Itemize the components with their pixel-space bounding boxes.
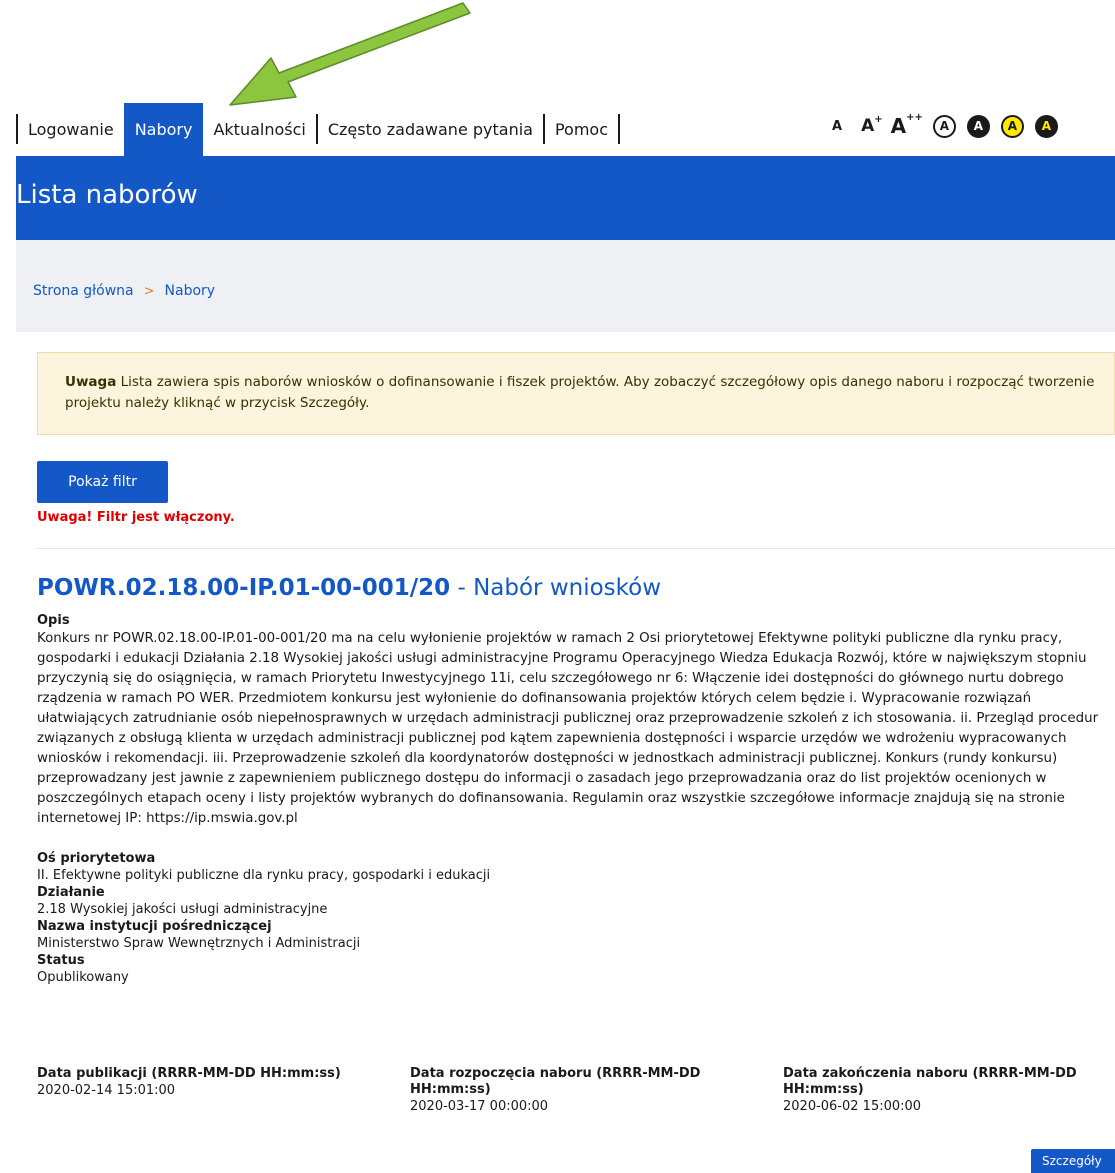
record-title: POWR.02.18.00-IP.01-00-001/20 - Nabór wn… <box>37 575 661 601</box>
page-title: Lista naborów <box>16 180 198 210</box>
description-text: Konkurs nr POWR.02.18.00-IP.01-00-001/20… <box>37 631 1099 826</box>
nav-divider <box>618 114 621 144</box>
contrast-black-white-button[interactable]: A <box>966 114 990 138</box>
page-header: Lista naborów <box>16 156 1115 240</box>
start-date-label: Data rozpoczęcia naboru (RRRR-MM-DD HH:m… <box>410 1066 701 1097</box>
publication-date-value: 2020-02-14 15:01:00 <box>37 1083 176 1098</box>
start-date-value: 2020-03-17 00:00:00 <box>410 1099 549 1114</box>
publication-date: Data publikacji (RRRR-MM-DD HH:mm:ss) 20… <box>37 1066 367 1099</box>
record-fields: Oś priorytetowa II. Efektywne polityki p… <box>37 850 490 986</box>
institution-value: Ministerstwo Spraw Wewnętrznych i Admini… <box>37 936 361 951</box>
record-code: POWR.02.18.00-IP.01-00-001/20 <box>37 575 451 601</box>
main-nav: Logowanie Nabory Aktualności Często zada… <box>16 103 621 156</box>
record-title-separator: - <box>450 575 474 601</box>
details-button[interactable]: Szczegóły <box>1031 1149 1115 1173</box>
status-label: Status <box>37 953 85 968</box>
priority-axis-label: Oś priorytetowa <box>37 851 156 866</box>
notice-box: Uwaga Lista zawiera spis naborów wnioskó… <box>37 352 1115 435</box>
breadcrumb-separator: > <box>143 283 155 299</box>
accessibility-controls: A A + A ++ A A A A <box>832 111 1069 141</box>
nav-item-faq[interactable]: Często zadawane pytania <box>318 103 543 156</box>
contrast-default-button[interactable]: A <box>932 114 956 138</box>
notice-body: Lista zawiera spis naborów wniosków o do… <box>65 374 1095 411</box>
start-date: Data rozpoczęcia naboru (RRRR-MM-DD HH:m… <box>410 1066 740 1115</box>
nav-item-logowanie[interactable]: Logowanie <box>18 103 124 156</box>
divider <box>37 548 1115 549</box>
institution-label: Nazwa instytucji pośredniczącej <box>37 919 272 934</box>
notice-label: Uwaga <box>65 374 117 390</box>
font-size-larger-button[interactable]: A + <box>861 114 883 136</box>
contrast-yellow-black-button[interactable]: A <box>1000 114 1024 138</box>
action-label: Działanie <box>37 885 105 900</box>
nav-item-pomoc[interactable]: Pomoc <box>545 103 618 156</box>
end-date-label: Data zakończenia naboru (RRRR-MM-DD HH:m… <box>783 1066 1077 1097</box>
publication-date-label: Data publikacji (RRRR-MM-DD HH:mm:ss) <box>37 1066 341 1081</box>
priority-axis-value: II. Efektywne polityki publiczne dla ryn… <box>37 868 491 883</box>
font-size-normal-button[interactable]: A <box>832 119 842 134</box>
status-value: Opublikowany <box>37 970 129 985</box>
breadcrumb-home-link[interactable]: Strona główna <box>33 283 134 299</box>
description-label: Opis <box>37 613 70 628</box>
breadcrumb-current-link[interactable]: Nabory <box>165 283 216 299</box>
font-size-largest-button[interactable]: A ++ <box>891 112 923 138</box>
end-date: Data zakończenia naboru (RRRR-MM-DD HH:m… <box>783 1066 1113 1115</box>
action-value: 2.18 Wysokiej jakości usługi administrac… <box>37 902 328 917</box>
nav-item-aktualnosci[interactable]: Aktualności <box>203 103 315 156</box>
breadcrumb: Strona główna > Nabory <box>16 240 1115 332</box>
record-kind: Nabór wniosków <box>473 575 662 601</box>
notice-text: Uwaga Lista zawiera spis naborów wnioskó… <box>65 372 1105 414</box>
filter-active-warning: Uwaga! Filtr jest włączony. <box>37 510 235 525</box>
end-date-value: 2020-06-02 15:00:00 <box>783 1099 922 1114</box>
show-filter-button[interactable]: Pokaż filtr <box>37 461 168 503</box>
contrast-black-yellow-button[interactable]: A <box>1034 114 1058 138</box>
nav-item-nabory[interactable]: Nabory <box>123 103 204 156</box>
